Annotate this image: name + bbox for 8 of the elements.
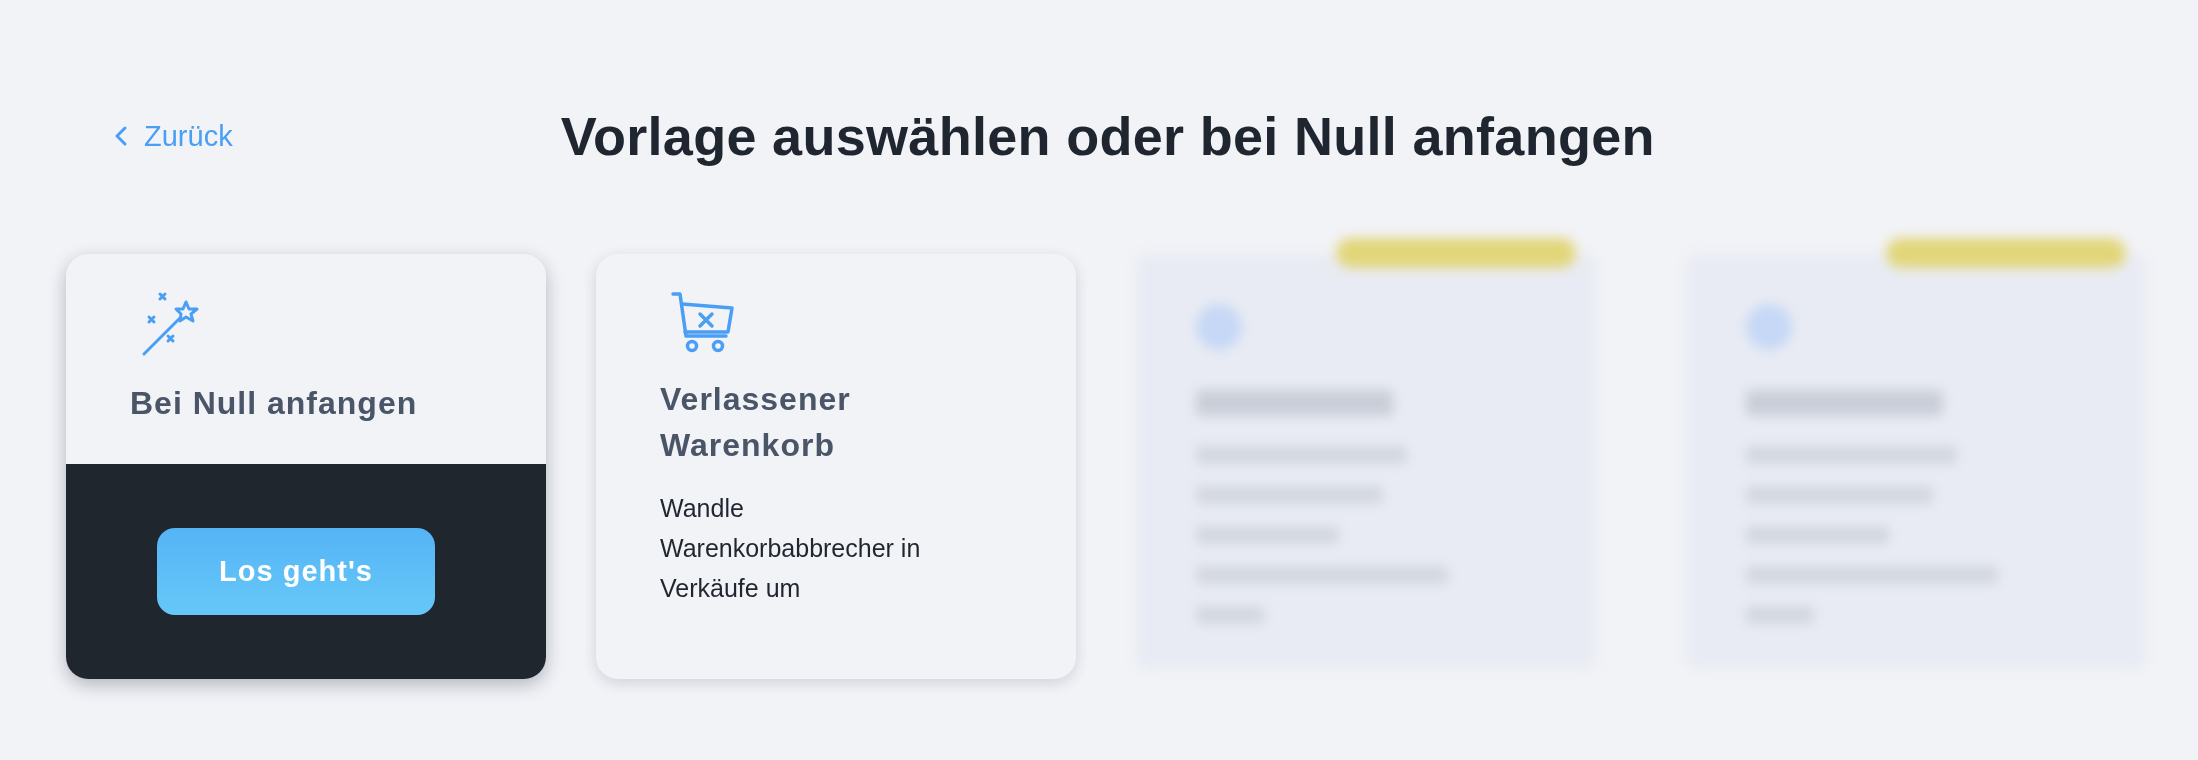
cart-icon bbox=[670, 290, 736, 354]
chevron-left-icon bbox=[114, 125, 128, 147]
page-title: Vorlage auswählen oder bei Null anfangen bbox=[560, 105, 1655, 167]
card-description: Wandle Warenkorbabbrecher in Verkäufe um bbox=[660, 493, 922, 604]
card-title: Verlassener Warenkorb bbox=[660, 380, 852, 465]
card-title: Bei Null anfangen bbox=[130, 384, 419, 423]
template-card[interactable]: Bei Null anfangen Los geht's bbox=[66, 254, 546, 679]
template-card[interactable]: Verlassener Warenkorb Wandle Warenkorbabbrecher in Verkäufe um bbox=[596, 254, 1076, 679]
